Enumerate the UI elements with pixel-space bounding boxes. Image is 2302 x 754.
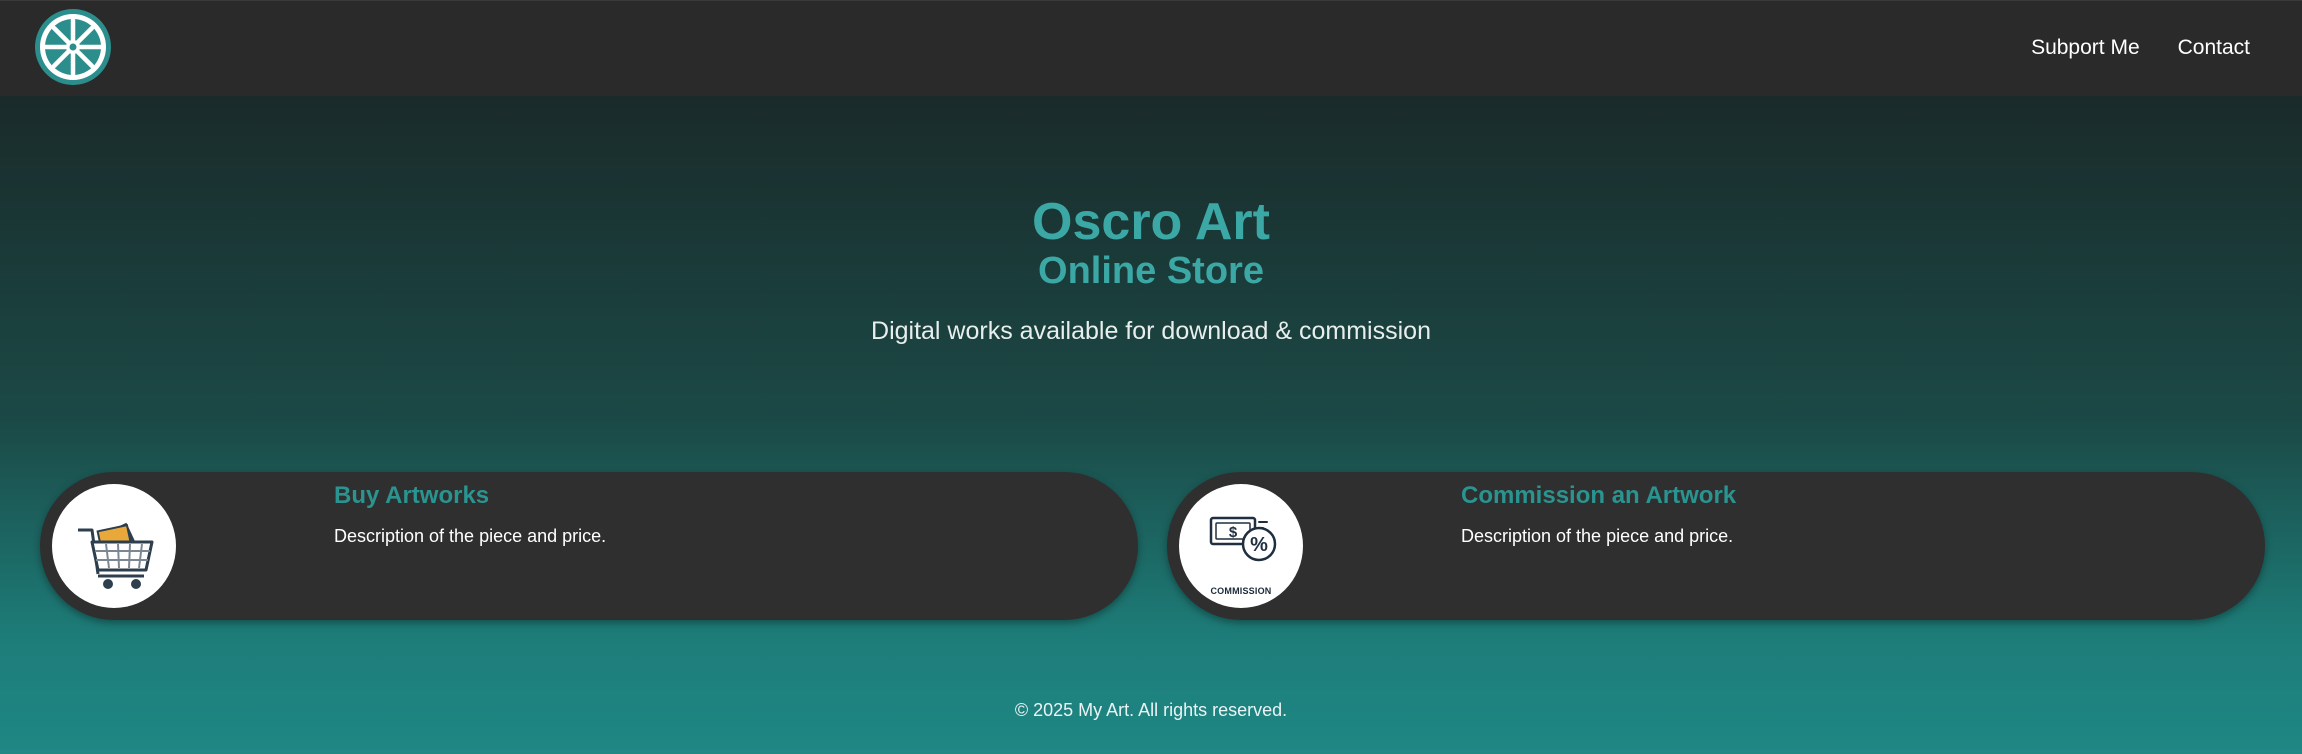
card-title[interactable]: Buy Artworks [334, 482, 489, 510]
top-navigation-bar: Subport Me Contact [0, 0, 2302, 96]
commission-icon-caption: COMMISSION [1210, 586, 1272, 596]
shopping-cart-icon [78, 522, 154, 589]
card-description: Description of the piece and price. [1461, 526, 1734, 546]
footer-copyright: © 2025 My Art. All rights reserved. [1014, 700, 1288, 720]
hero-section: Oscro Art Online Store Digital works ava… [0, 192, 2302, 346]
commission-artwork-card[interactable]: $ % COMMISSION Commission an Artwork Des… [1167, 472, 2265, 620]
card-title[interactable]: Commission an Artwork [1461, 482, 1736, 510]
card-description: Description of the piece and price. [334, 526, 607, 546]
page-title: Oscro Art [1032, 193, 1270, 251]
buy-icon-circle [52, 484, 176, 608]
page-subtitle: Online Store [1038, 250, 1264, 292]
svg-text:$: $ [1229, 524, 1238, 541]
commission-icon-circle: $ % COMMISSION [1179, 484, 1303, 608]
nav-link-support-me[interactable]: Subport Me [2031, 36, 2140, 60]
wheel-logo-icon[interactable] [34, 8, 112, 86]
nav-link-contact[interactable]: Contact [2178, 36, 2250, 60]
buy-artworks-card[interactable]: Buy Artworks Description of the piece an… [40, 472, 1138, 620]
hero-tagline: Digital works available for download & c… [871, 317, 1431, 345]
main-nav: Subport Me Contact [2031, 1, 2302, 95]
svg-text:%: % [1250, 534, 1268, 556]
